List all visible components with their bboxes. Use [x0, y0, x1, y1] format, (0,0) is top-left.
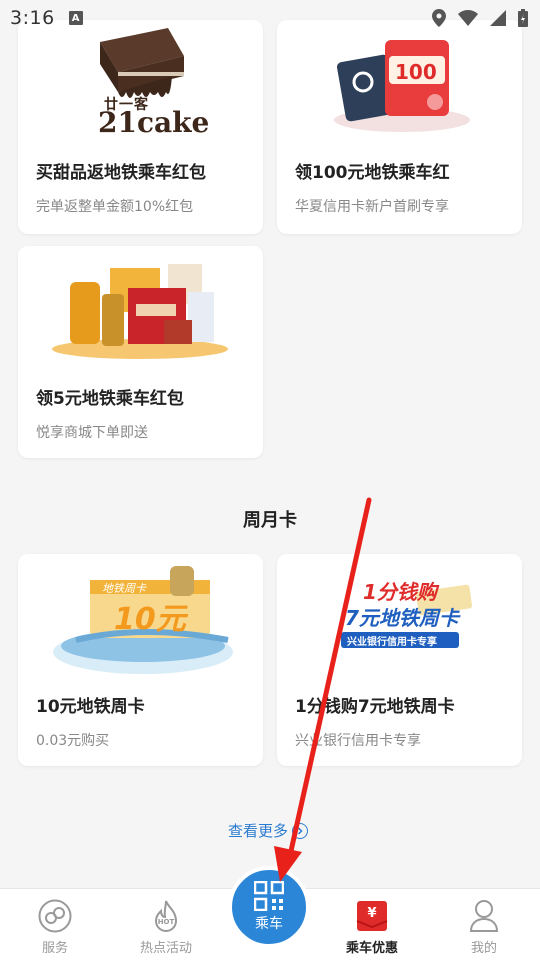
- card-subtitle: 0.03元购买: [36, 733, 110, 749]
- svg-text:HOT: HOT: [158, 918, 175, 926]
- hot-icon: HOT: [150, 899, 182, 933]
- nav-label: 我的: [470, 941, 497, 956]
- notification-a-icon: A: [68, 11, 83, 25]
- wifi-icon: [458, 10, 478, 26]
- status-bar: 3:16 A: [0, 0, 540, 36]
- signal-icon: [490, 10, 506, 26]
- promo-line-2: 7元地铁周卡: [345, 606, 459, 630]
- card-title: 1分钱购7元地铁周卡: [295, 697, 455, 717]
- view-more-label: 查看更多: [228, 822, 289, 840]
- nav-label: 乘车优惠: [345, 941, 398, 956]
- profile-icon: [469, 899, 499, 933]
- nav-item-service[interactable]: 服务: [10, 889, 100, 961]
- promo-card-mall[interactable]: 领5元地铁乘车红包 悦享商城下单即送: [18, 246, 263, 458]
- promo-line-1: 1分钱购: [363, 580, 437, 604]
- brand-main-text: 21cake: [98, 106, 210, 139]
- card-title: 10元地铁周卡: [36, 697, 145, 717]
- nav-label: 热点活动: [139, 941, 192, 956]
- nav-label: 服务: [41, 941, 68, 956]
- weekly-card-cib[interactable]: 1分钱购 7元地铁周卡 兴业银行信用卡专享 1分钱购7元地铁周卡 兴业银行信用卡…: [277, 554, 522, 766]
- card-title: 领5元地铁乘车红包: [36, 389, 184, 409]
- view-more-link[interactable]: 查看更多: [228, 820, 309, 841]
- cake-brand-image: 廿一客 21cake: [18, 20, 263, 145]
- card-subtitle: 华夏信用卡新户首刷专享: [295, 199, 449, 215]
- chevron-right-icon: [292, 822, 309, 839]
- metro-weekly-card-image: 地铁周卡 10元: [18, 554, 263, 679]
- card-subtitle: 兴业银行信用卡专享: [295, 733, 421, 749]
- status-time: 3:16: [10, 7, 55, 29]
- nav-item-profile[interactable]: 我的: [439, 889, 529, 961]
- card-title: 领100元地铁乘车红: [295, 163, 450, 183]
- location-icon: [432, 9, 446, 27]
- weekly-card-10[interactable]: 地铁周卡 10元 10元地铁周卡 0.03元购买: [18, 554, 263, 766]
- gift-products-image: [18, 246, 263, 371]
- promo-card-huaxia[interactable]: 100 领100元地铁乘车红 华夏信用卡新户首刷专享: [277, 20, 522, 234]
- qr-code-icon: [254, 881, 284, 911]
- card-subtitle: 悦享商城下单即送: [36, 425, 148, 441]
- metro-card-value: 10元: [114, 602, 186, 637]
- card-title: 买甜品返地铁乘车红包: [36, 163, 206, 183]
- coupon-icon: ¥: [356, 899, 388, 933]
- ride-label: 乘车: [255, 916, 283, 932]
- ride-qr-button[interactable]: 乘车: [228, 866, 310, 948]
- promo-card-cake[interactable]: 廿一客 21cake 买甜品返地铁乘车红包 完单返整单金额10%红包: [18, 20, 263, 234]
- promo-banner: 兴业银行信用卡专享: [347, 637, 437, 648]
- battery-icon: [518, 9, 528, 27]
- nav-item-hot[interactable]: HOT 热点活动: [121, 889, 211, 961]
- card-subtitle: 完单返整单金额10%红包: [36, 199, 194, 215]
- envelope-amount: 100: [395, 60, 437, 84]
- nav-item-coupon[interactable]: ¥ 乘车优惠: [327, 889, 417, 961]
- weekly-card-section-title: 周月卡: [243, 510, 297, 531]
- cib-promo-image: 1分钱购 7元地铁周卡 兴业银行信用卡专享: [277, 554, 522, 679]
- svg-text:¥: ¥: [367, 906, 376, 921]
- service-icon: [38, 899, 72, 933]
- red-envelope-image: 100: [277, 20, 522, 145]
